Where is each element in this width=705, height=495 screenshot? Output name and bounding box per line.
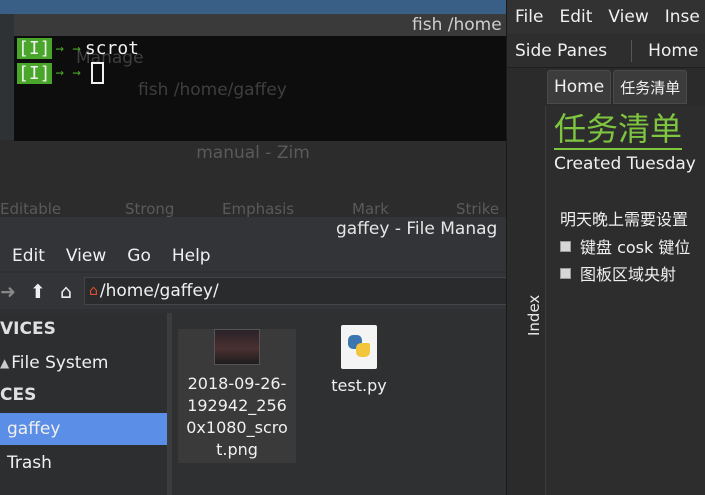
terminal-line: [I] → → scrot <box>17 38 139 59</box>
path-button-home[interactable]: Home <box>547 70 612 104</box>
zim-menubar: File Edit View Inse <box>507 0 705 34</box>
page-created-date: Created Tuesday <box>554 154 696 174</box>
zim-menu-file[interactable]: File <box>507 7 551 27</box>
page-title: 任务清单 <box>554 110 683 150</box>
tool-editable: Editable <box>0 200 62 218</box>
terminal-line[interactable]: [I] → → <box>17 62 104 84</box>
zim-menu-edit[interactable]: Edit <box>551 7 600 27</box>
terminal-command: scrot <box>84 38 139 59</box>
checklist-item-label: 键盘 cosk 键位 <box>580 238 691 257</box>
zim-pathbar: Home 任务清单 <box>544 68 705 106</box>
file-view: 2018-09-26- 192942_256 0x1080_scro t.png… <box>172 313 506 495</box>
prompt-arrows: → → <box>55 40 81 57</box>
path-button-task-list[interactable]: 任务清单 <box>613 70 688 104</box>
tool-mark: Mark <box>352 200 389 218</box>
file-item-test-py[interactable]: test.py <box>300 325 418 397</box>
sidebar-heading-devices: VICES <box>0 319 56 339</box>
file-name-line: 192942_256 <box>187 396 287 415</box>
menu-edit[interactable]: Edit <box>0 246 45 266</box>
file-manager-title: gaffey - File Manag <box>336 219 498 239</box>
file-manager-menubar: Edit View Go Help <box>0 241 506 271</box>
location-bar[interactable]: ⌂ /home/gaffey/ <box>84 277 506 305</box>
forward-arrow-icon[interactable]: ➜ <box>0 281 16 303</box>
terminal-title: fish /home <box>412 15 502 35</box>
side-panes-button[interactable]: Side Panes <box>507 41 615 61</box>
terminal-cursor <box>90 62 104 84</box>
drive-icon: ▲ <box>0 356 10 370</box>
file-manager-window[interactable]: gaffey - File Manag Edit View Go Help ➜ … <box>0 217 506 495</box>
sidebar-item-trash[interactable]: Trash <box>0 447 167 479</box>
location-path: /home/gaffey/ <box>99 281 219 301</box>
home-icon[interactable]: ⌂ <box>60 281 72 303</box>
terminal-window[interactable]: fish /home Manage fish /home/gaffey [I] … <box>14 14 506 141</box>
tool-strike: Strike <box>456 200 500 218</box>
background-zim-title: manual - Zim <box>196 143 310 163</box>
zim-side-pane: Index <box>507 68 544 495</box>
sidebar-item-label: gaffey <box>7 419 61 439</box>
menu-help[interactable]: Help <box>160 246 211 266</box>
checklist-item: 图板区域央射 <box>560 261 676 285</box>
tool-strong: Strong <box>125 200 175 218</box>
home-folder-icon: ⌂ <box>89 283 98 299</box>
page-text-line: 明天晚上需要设置 <box>560 210 689 229</box>
image-thumbnail-icon <box>214 329 260 365</box>
file-manager-titlebar[interactable]: gaffey - File Manag <box>0 217 506 241</box>
checkbox[interactable] <box>560 267 571 279</box>
home-button[interactable]: Home <box>648 41 698 61</box>
up-arrow-icon[interactable]: ⬆ <box>30 281 46 303</box>
tool-emphasis: Emphasis <box>222 200 295 218</box>
python-file-icon <box>339 325 379 369</box>
background-zim-toolbar: Editable Strong Emphasis Mark Strike <box>0 198 506 218</box>
file-name-line: t.png <box>216 440 258 459</box>
vi-mode-badge: [I] <box>17 38 52 59</box>
sidebar-heading-places: CES <box>0 385 37 405</box>
zim-page-editor[interactable]: 任务清单 Created Tuesday 明天晚上需要设置 键盘 cosk 键位… <box>545 106 705 495</box>
file-name-line: 2018-09-26- <box>187 374 287 393</box>
checkbox[interactable] <box>560 240 571 252</box>
ghost-text-fish: fish /home/gaffey <box>138 80 287 100</box>
sidebar-item-file-system[interactable]: ▲ File System <box>0 347 167 379</box>
file-item-screenshot[interactable]: 2018-09-26- 192942_256 0x1080_scro t.png <box>178 329 296 463</box>
zim-toolbar: Side Panes Home <box>507 34 705 68</box>
prompt-arrows: → → <box>55 65 81 81</box>
sidebar-item-label: Trash <box>7 453 52 473</box>
zim-menu-view[interactable]: View <box>600 7 656 27</box>
file-manager-toolbar: ➜ ⬆ ⌂ ⌂ /home/gaffey/ <box>0 273 506 309</box>
places-sidebar: VICES ▲ File System CES gaffey Trash <box>0 313 168 495</box>
zim-menu-insert[interactable]: Inse <box>657 7 705 27</box>
sidebar-item-gaffey[interactable]: gaffey <box>0 413 167 445</box>
file-name-line: 0x1080_scro <box>186 418 288 437</box>
terminal-titlebar[interactable]: fish /home <box>14 14 506 36</box>
checklist-item: 键盘 cosk 键位 <box>560 234 690 258</box>
checklist-item-label: 图板区域央射 <box>580 265 677 284</box>
background-zim-window: manual - Zim Editable Strong Emphasis Ma… <box>0 140 506 220</box>
file-name-line: test.py <box>331 376 387 395</box>
toolbar-separator <box>631 39 633 62</box>
menu-go[interactable]: Go <box>115 246 151 266</box>
menu-view[interactable]: View <box>54 246 106 266</box>
sidebar-item-label: File System <box>11 353 109 373</box>
vi-mode-badge: [I] <box>17 62 52 84</box>
index-pane-label[interactable]: Index <box>525 295 543 336</box>
